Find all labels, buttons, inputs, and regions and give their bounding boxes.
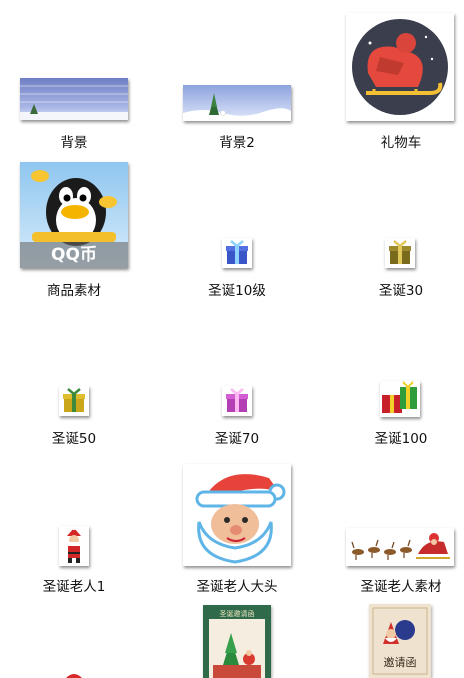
gift-yellow-icon <box>59 386 89 416</box>
reindeer-sleigh-thumbnail <box>346 528 454 566</box>
invitation-card-thumbnail: 邀请函 <box>369 604 431 678</box>
invitation-title-text: 邀请函 <box>383 656 417 669</box>
file-label: 圣诞50 <box>51 431 97 447</box>
gift-purple-icon <box>222 386 252 416</box>
santa-sleigh-icon <box>346 13 454 121</box>
santa-head-thumbnail <box>183 464 291 566</box>
qq-coin-penguin-thumbnail: QQ币 <box>20 162 128 268</box>
santa-small-icon <box>59 526 89 566</box>
snow-banner-thumbnail <box>20 78 128 120</box>
file-label: 圣诞100 <box>374 431 428 447</box>
partial-red-thumbnail <box>62 672 86 678</box>
snow-tree-banner-thumbnail <box>183 85 291 121</box>
file-label: 商品素材 <box>47 283 101 299</box>
gift-blue-icon <box>222 238 252 268</box>
file-label: 礼物车 <box>380 135 422 151</box>
file-label: 圣诞老人素材 <box>360 579 442 595</box>
file-label: 圣诞老人1 <box>42 579 106 595</box>
gift-olive-icon <box>385 238 415 268</box>
file-label: 背景 <box>60 135 88 151</box>
invitation-green-thumbnail: 圣诞邀请函 <box>203 605 271 678</box>
file-label: 圣诞老人大头 <box>196 579 278 595</box>
file-label: 圣诞10级 <box>208 283 266 299</box>
qq-coin-text: QQ币 <box>51 245 97 265</box>
gift-red-green-icon <box>380 381 420 417</box>
file-label: 圣诞30 <box>378 283 424 299</box>
file-label: 背景2 <box>219 135 255 151</box>
file-label: 圣诞70 <box>214 431 260 447</box>
invitation-header-text: 圣诞邀请函 <box>219 610 255 618</box>
